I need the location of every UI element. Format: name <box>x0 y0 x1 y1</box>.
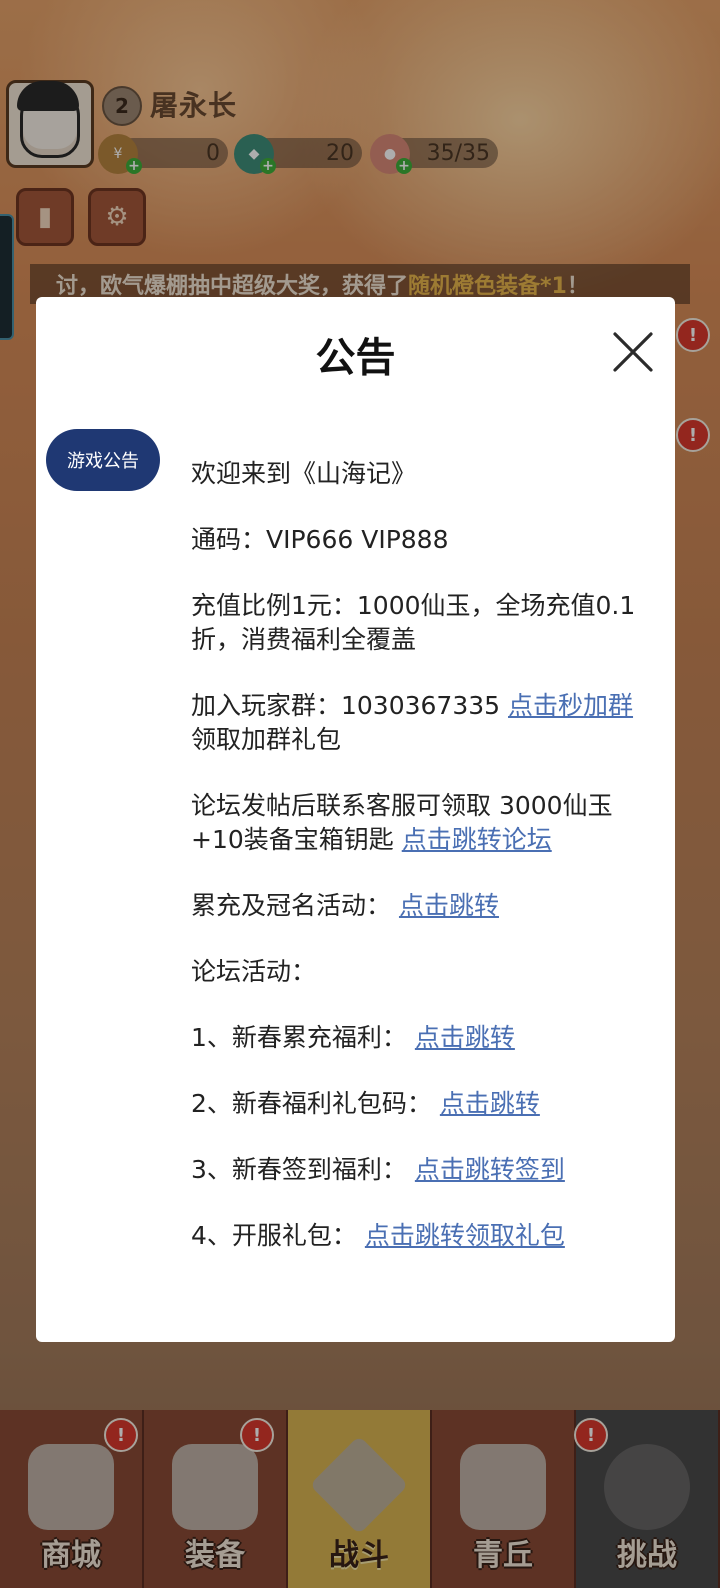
forum-link[interactable]: 点击跳转论坛 <box>402 825 552 854</box>
close-icon[interactable] <box>612 331 654 373</box>
activity-text: 2、新春福利礼包码： <box>191 1089 440 1118</box>
group-suffix: 领取加群礼包 <box>191 725 342 754</box>
activity-item-1: 1、新春累充福利： 点击跳转 <box>191 1021 643 1055</box>
modal-title: 公告 <box>315 335 396 381</box>
activity-link-3[interactable]: 点击跳转签到 <box>415 1155 565 1184</box>
recharge-text: 累充及冠名活动： <box>191 891 399 920</box>
activity-text: 4、开服礼包： <box>191 1221 365 1250</box>
activity-text: 1、新春累充福利： <box>191 1023 415 1052</box>
recharge-link[interactable]: 点击跳转 <box>399 891 499 920</box>
activity-item-2: 2、新春福利礼包码： 点击跳转 <box>191 1087 643 1121</box>
activity-link-4[interactable]: 点击跳转领取礼包 <box>365 1221 565 1250</box>
code-line: 通码：VIP666 VIP888 <box>191 525 449 554</box>
activity-link-1[interactable]: 点击跳转 <box>415 1023 515 1052</box>
welcome-line: 欢迎来到《山海记》 <box>191 459 417 488</box>
announcement-content: 欢迎来到《山海记》 通码：VIP666 VIP888 充值比例1元：1000仙玉… <box>191 457 643 1285</box>
activity-item-4: 4、开服礼包： 点击跳转领取礼包 <box>191 1219 643 1253</box>
group-line: 加入玩家群：1030367335 点击秒加群 领取加群礼包 <box>191 689 643 757</box>
announcement-modal: 公告 游戏公告 欢迎来到《山海记》 通码：VIP666 VIP888 充值比例1… <box>36 297 675 1342</box>
forum-line: 论坛发帖后联系客服可领取 3000仙玉+10装备宝箱钥匙 点击跳转论坛 <box>191 789 643 857</box>
activity-item-3: 3、新春签到福利： 点击跳转签到 <box>191 1153 643 1187</box>
ratio-line: 充值比例1元：1000仙玉，全场充值0.1折，消费福利全覆盖 <box>191 591 636 654</box>
recharge-line: 累充及冠名活动： 点击跳转 <box>191 889 643 923</box>
tab-game-announcement[interactable]: 游戏公告 <box>46 429 160 491</box>
group-text: 加入玩家群：1030367335 <box>191 691 509 720</box>
activity-text: 3、新春签到福利： <box>191 1155 415 1184</box>
join-group-link[interactable]: 点击秒加群 <box>508 691 633 720</box>
activities-heading: 论坛活动： <box>191 957 317 986</box>
activity-link-2[interactable]: 点击跳转 <box>440 1089 540 1118</box>
